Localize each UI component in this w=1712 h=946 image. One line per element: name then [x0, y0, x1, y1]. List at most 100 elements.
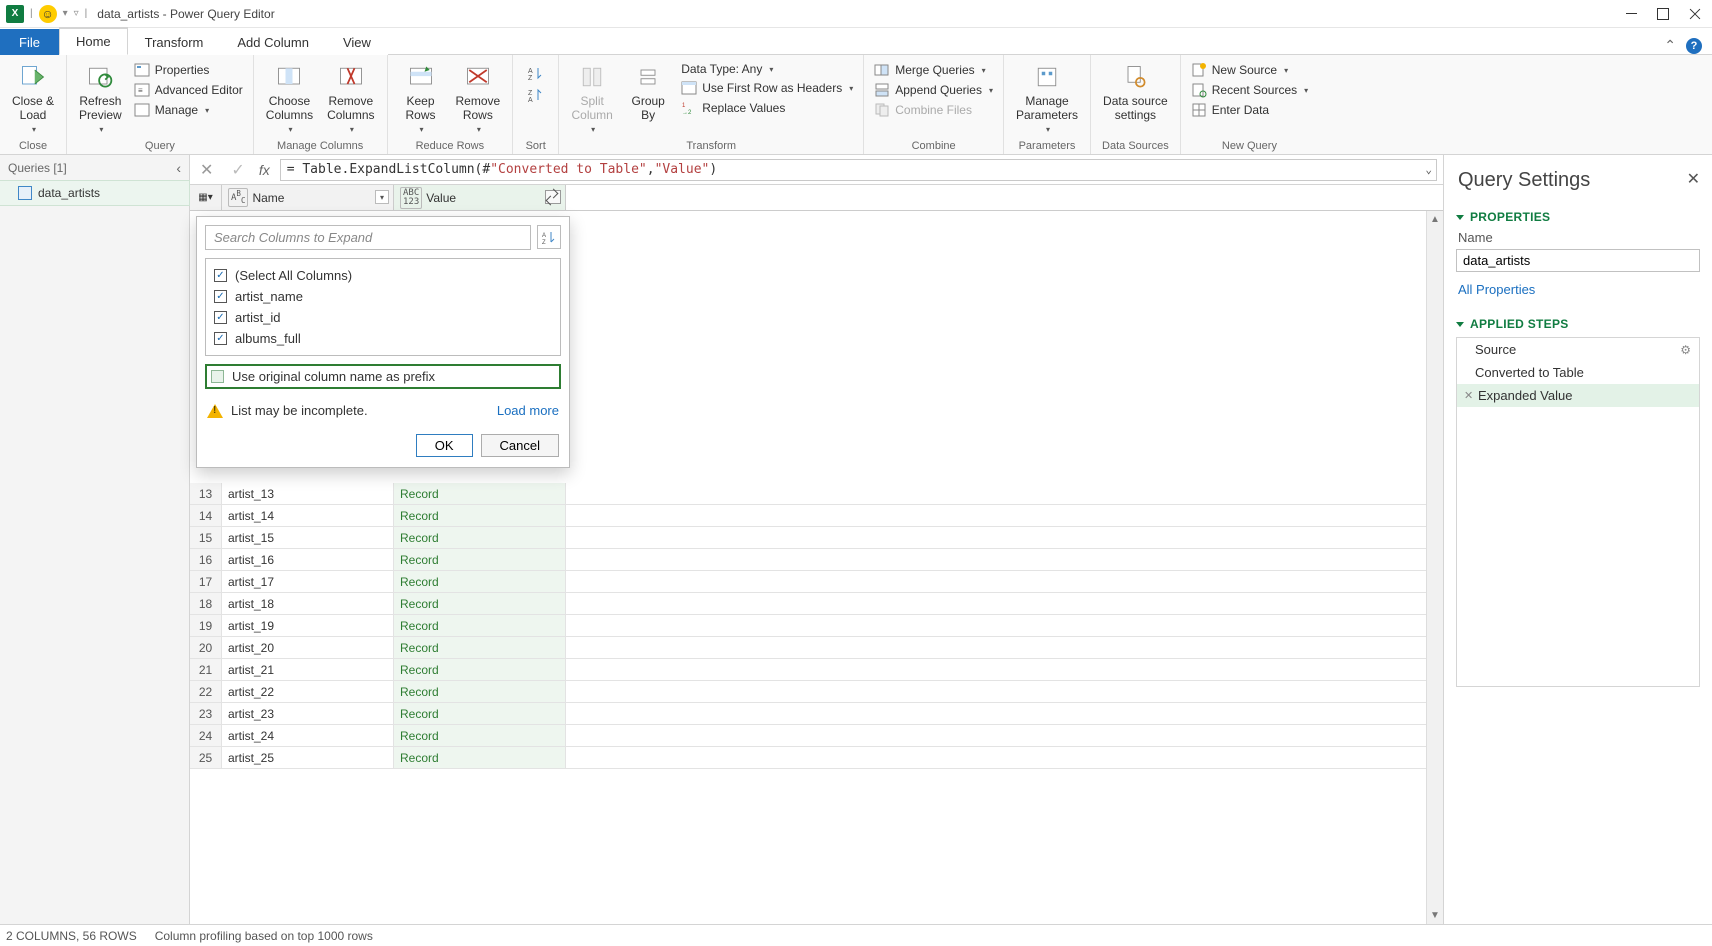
table-row[interactable]: 25artist_25Record — [190, 747, 1443, 769]
properties-button[interactable]: Properties — [130, 61, 247, 79]
table-row[interactable]: 22artist_22Record — [190, 681, 1443, 703]
append-queries-button[interactable]: Append Queries▾ — [870, 81, 997, 99]
column-header-name[interactable]: ABC Name ▾ — [222, 185, 394, 210]
column-header-value[interactable]: ABC123 Value — [394, 185, 566, 210]
minimize-button[interactable] — [1624, 7, 1638, 21]
help-icon[interactable]: ? — [1686, 38, 1702, 54]
step-expanded-value[interactable]: ✕ Expanded Value — [1457, 384, 1699, 407]
scroll-down-icon[interactable]: ▼ — [1427, 907, 1443, 924]
cell-name[interactable]: artist_17 — [222, 571, 394, 592]
cell-name[interactable]: artist_18 — [222, 593, 394, 614]
select-all-columns-checkbox[interactable]: ✓ (Select All Columns) — [212, 265, 554, 286]
confirm-formula-icon[interactable]: ✓ — [227, 160, 248, 180]
cell-value[interactable]: Record — [394, 505, 566, 526]
close-and-load-button[interactable]: Close & Load▾ — [6, 59, 60, 136]
cell-name[interactable]: artist_21 — [222, 659, 394, 680]
table-row[interactable]: 15artist_15Record — [190, 527, 1443, 549]
cell-name[interactable]: artist_15 — [222, 527, 394, 548]
feedback-icon[interactable]: ☺ — [39, 5, 57, 23]
scroll-up-icon[interactable]: ▲ — [1427, 211, 1443, 228]
applied-steps-section-header[interactable]: APPLIED STEPS — [1456, 317, 1700, 331]
close-settings-icon[interactable]: ✕ — [1687, 169, 1700, 189]
load-more-link[interactable]: Load more — [497, 403, 559, 418]
step-converted-to-table[interactable]: Converted to Table — [1457, 361, 1699, 384]
table-row[interactable]: 23artist_23Record — [190, 703, 1443, 725]
sort-desc-button[interactable]: ZA — [528, 87, 544, 103]
cell-value[interactable]: Record — [394, 747, 566, 768]
cell-value[interactable]: Record — [394, 615, 566, 636]
type-any-icon[interactable]: ABC123 — [400, 187, 422, 209]
merge-queries-button[interactable]: Merge Queries▾ — [870, 61, 997, 79]
query-item-data-artists[interactable]: data_artists — [0, 181, 189, 205]
first-row-headers-button[interactable]: Use First Row as Headers▾ — [677, 79, 857, 97]
tab-file[interactable]: File — [0, 29, 59, 55]
keep-rows-button[interactable]: Keep Rows▾ — [394, 59, 448, 136]
all-properties-link[interactable]: All Properties — [1458, 282, 1535, 297]
fx-icon[interactable]: fx — [259, 162, 270, 178]
table-row[interactable]: 19artist_19Record — [190, 615, 1443, 637]
cell-value[interactable]: Record — [394, 703, 566, 724]
tab-view[interactable]: View — [326, 29, 388, 55]
maximize-button[interactable] — [1656, 7, 1670, 21]
cell-value[interactable]: Record — [394, 681, 566, 702]
cell-name[interactable]: artist_13 — [222, 483, 394, 504]
expand-column-icon[interactable] — [545, 190, 561, 204]
replace-values-button[interactable]: 1→2 Replace Values — [677, 99, 857, 117]
manage-button[interactable]: Manage▾ — [130, 101, 247, 119]
delete-step-icon[interactable]: ✕ — [1464, 389, 1473, 402]
choose-columns-button[interactable]: Choose Columns▾ — [260, 59, 319, 136]
cell-name[interactable]: artist_23 — [222, 703, 394, 724]
column-option-artist-name[interactable]: ✓ artist_name — [212, 286, 554, 307]
table-options-icon[interactable]: ▦▾ — [198, 192, 212, 203]
cell-value[interactable]: Record — [394, 549, 566, 570]
new-source-button[interactable]: New Source▾ — [1187, 61, 1312, 79]
cell-name[interactable]: artist_16 — [222, 549, 394, 570]
manage-parameters-button[interactable]: Manage Parameters▾ — [1010, 59, 1084, 136]
cancel-formula-icon[interactable]: ✕ — [196, 160, 217, 180]
cell-value[interactable]: Record — [394, 593, 566, 614]
remove-columns-button[interactable]: Remove Columns▾ — [321, 59, 380, 136]
data-source-settings-button[interactable]: Data source settings — [1097, 59, 1174, 125]
cell-value[interactable]: Record — [394, 527, 566, 548]
table-row[interactable]: 13artist_13Record — [190, 483, 1443, 505]
cell-name[interactable]: artist_14 — [222, 505, 394, 526]
row-header-corner[interactable]: ▦▾ — [190, 185, 222, 210]
data-type-button[interactable]: Data Type: Any▾ — [677, 61, 857, 77]
sort-asc-button[interactable]: AZ — [528, 65, 544, 81]
split-column-button[interactable]: Split Column▾ — [565, 59, 619, 136]
formula-dropdown-icon[interactable]: ⌄ — [1425, 163, 1432, 176]
table-row[interactable]: 17artist_17Record — [190, 571, 1443, 593]
use-original-prefix-checkbox[interactable]: Use original column name as prefix — [205, 364, 561, 389]
recent-sources-button[interactable]: Recent Sources▾ — [1187, 81, 1312, 99]
cell-value[interactable]: Record — [394, 637, 566, 658]
formula-input[interactable]: = Table.ExpandListColumn(#"Converted to … — [280, 159, 1437, 181]
column-option-artist-id[interactable]: ✓ artist_id — [212, 307, 554, 328]
tab-home[interactable]: Home — [59, 27, 128, 55]
enter-data-button[interactable]: Enter Data — [1187, 101, 1312, 119]
remove-rows-button[interactable]: Remove Rows▾ — [450, 59, 507, 136]
collapse-queries-icon[interactable]: ‹ — [176, 160, 181, 176]
advanced-editor-button[interactable]: ≡ Advanced Editor — [130, 81, 247, 99]
query-name-input[interactable] — [1456, 249, 1700, 272]
qat-overflow-icon[interactable]: ▿ — [74, 8, 79, 19]
table-row[interactable]: 21artist_21Record — [190, 659, 1443, 681]
qat-dropdown-icon[interactable]: ▾ — [63, 8, 68, 19]
collapse-ribbon-icon[interactable]: ⌃ — [1664, 37, 1676, 54]
table-row[interactable]: 20artist_20Record — [190, 637, 1443, 659]
refresh-preview-button[interactable]: Refresh Preview▾ — [73, 59, 128, 136]
cell-name[interactable]: artist_25 — [222, 747, 394, 768]
close-button[interactable] — [1688, 7, 1702, 21]
filter-name-icon[interactable]: ▾ — [375, 190, 389, 204]
table-row[interactable]: 14artist_14Record — [190, 505, 1443, 527]
combine-files-button[interactable]: Combine Files — [870, 101, 997, 119]
cell-value[interactable]: Record — [394, 483, 566, 504]
cell-name[interactable]: artist_22 — [222, 681, 394, 702]
sort-columns-button[interactable]: AZ — [537, 225, 561, 249]
expand-search-input[interactable]: Search Columns to Expand — [205, 225, 531, 250]
cell-value[interactable]: Record — [394, 571, 566, 592]
table-row[interactable]: 24artist_24Record — [190, 725, 1443, 747]
cancel-button[interactable]: Cancel — [481, 434, 559, 457]
step-source[interactable]: Source ⚙ — [1457, 338, 1699, 361]
cell-value[interactable]: Record — [394, 659, 566, 680]
vertical-scrollbar[interactable]: ▲ ▼ — [1426, 211, 1443, 924]
